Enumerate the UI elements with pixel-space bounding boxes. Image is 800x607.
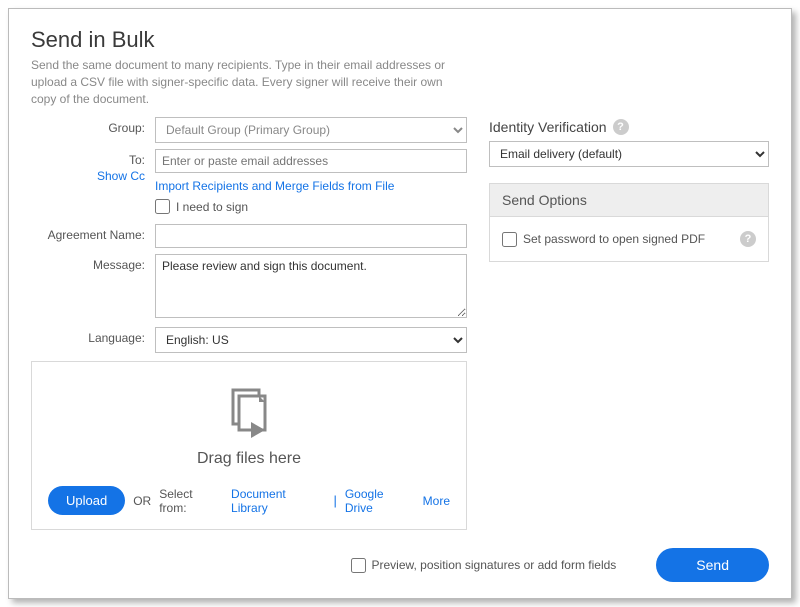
files-icon bbox=[221, 386, 277, 442]
drop-text: Drag files here bbox=[48, 450, 450, 468]
message-textarea[interactable] bbox=[155, 254, 467, 318]
right-column: Identity Verification ? Email delivery (… bbox=[489, 117, 769, 530]
password-box[interactable] bbox=[502, 232, 517, 247]
file-drop-zone[interactable]: Drag files here Upload OR Select from: D… bbox=[31, 361, 467, 530]
send-options-box: Send Options Set password to open signed… bbox=[489, 183, 769, 262]
page-description: Send the same document to many recipient… bbox=[31, 57, 461, 107]
more-link[interactable]: More bbox=[423, 494, 450, 508]
group-select[interactable]: Default Group (Primary Group) bbox=[155, 117, 467, 143]
password-checkbox[interactable]: Set password to open signed PDF bbox=[502, 232, 705, 247]
left-column: Group: Default Group (Primary Group) To:… bbox=[31, 117, 467, 530]
language-label: Language: bbox=[31, 327, 155, 347]
document-library-link[interactable]: Document Library bbox=[231, 487, 325, 515]
need-sign-checkbox[interactable]: I need to sign bbox=[155, 199, 467, 214]
import-recipients-link[interactable]: Import Recipients and Merge Fields from … bbox=[155, 179, 467, 193]
page-title: Send in Bulk bbox=[31, 27, 769, 53]
footer-bar: Preview, position signatures or add form… bbox=[31, 548, 769, 582]
language-select[interactable]: English: US bbox=[155, 327, 467, 353]
group-label: Group: bbox=[31, 117, 155, 137]
agreement-name-input[interactable] bbox=[155, 224, 467, 248]
preview-box[interactable] bbox=[351, 558, 366, 573]
to-label: To: Show Cc bbox=[31, 149, 155, 184]
help-icon[interactable]: ? bbox=[613, 119, 629, 135]
send-button[interactable]: Send bbox=[656, 548, 769, 582]
upload-button[interactable]: Upload bbox=[48, 486, 125, 515]
or-text: OR bbox=[133, 494, 151, 508]
show-cc-link[interactable]: Show Cc bbox=[97, 169, 145, 183]
to-input[interactable] bbox=[155, 149, 467, 173]
send-in-bulk-panel: Send in Bulk Send the same document to m… bbox=[8, 8, 792, 599]
identity-header: Identity Verification bbox=[489, 119, 607, 135]
google-drive-link[interactable]: Google Drive bbox=[345, 487, 415, 515]
select-from-text: Select from: bbox=[159, 487, 223, 515]
message-label: Message: bbox=[31, 254, 155, 274]
identity-select[interactable]: Email delivery (default) bbox=[489, 141, 769, 167]
send-options-header: Send Options bbox=[490, 184, 768, 217]
agreement-name-label: Agreement Name: bbox=[31, 224, 155, 244]
preview-checkbox[interactable]: Preview, position signatures or add form… bbox=[351, 558, 617, 573]
need-sign-box[interactable] bbox=[155, 199, 170, 214]
help-icon[interactable]: ? bbox=[740, 231, 756, 247]
